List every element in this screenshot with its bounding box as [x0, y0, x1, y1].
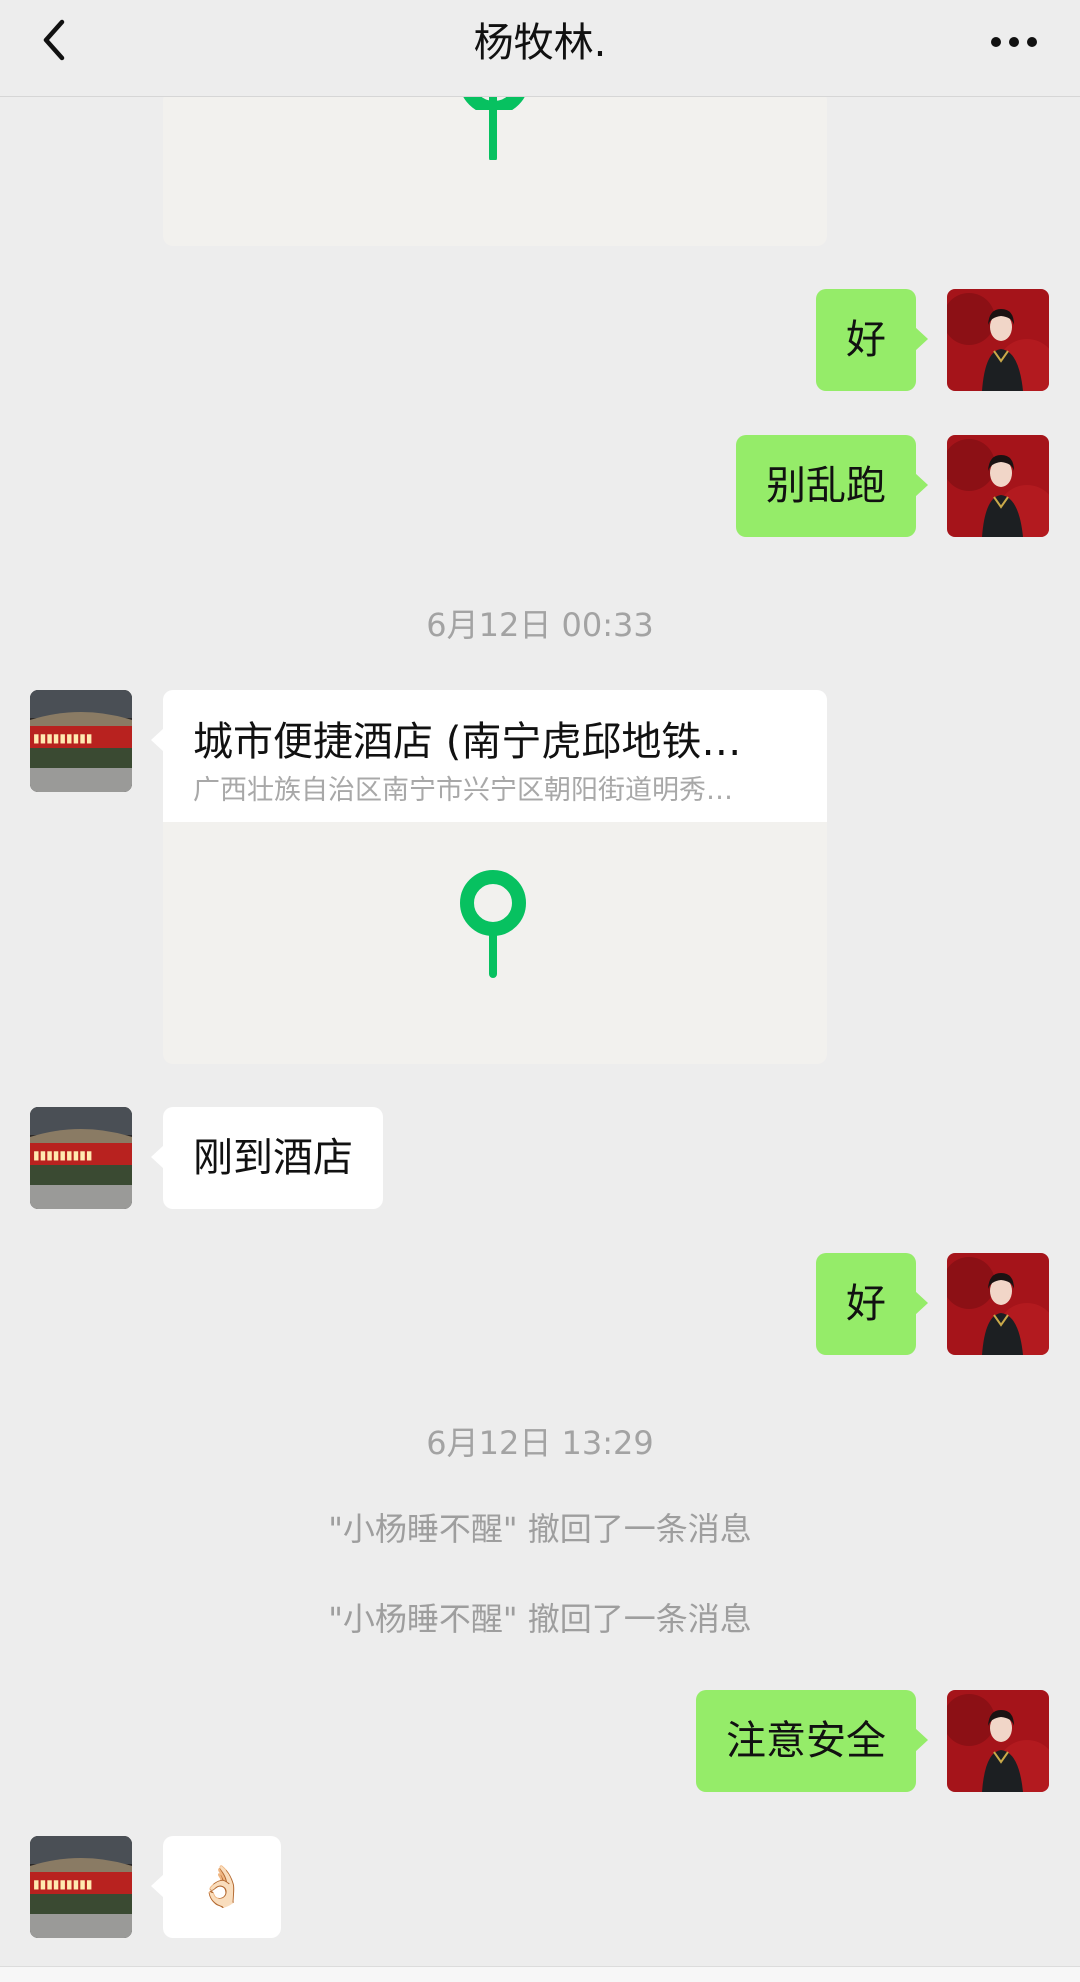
- svg-text:▮▮▮▮▮▮▮▮▮: ▮▮▮▮▮▮▮▮▮: [33, 1877, 92, 1891]
- avatar-image: [947, 1253, 1049, 1355]
- nav-bar: 杨牧林.: [0, 0, 1080, 97]
- avatar-me[interactable]: [947, 1690, 1049, 1792]
- recall-notice: "小杨睡不醒" 撤回了一条消息: [328, 1600, 752, 1638]
- bubble-pointer: [151, 728, 164, 752]
- avatar-contact[interactable]: ▮▮▮▮▮▮▮▮▮: [30, 690, 132, 792]
- input-bar-edge: [0, 1966, 1080, 1982]
- page-title: 杨牧林.: [473, 20, 607, 66]
- message-bubble-incoming[interactable]: 刚到酒店: [151, 1107, 383, 1209]
- location-name: 城市便捷酒店 (南宁虎邱地铁…: [193, 719, 742, 765]
- avatar-me[interactable]: [947, 1253, 1049, 1355]
- location-card-partial[interactable]: [163, 90, 827, 246]
- avatar-image: ▮▮▮▮▮▮▮▮▮: [30, 1107, 132, 1209]
- recall-notice: "小杨睡不醒" 撤回了一条消息: [328, 1510, 752, 1548]
- svg-text:▮▮▮▮▮▮▮▮▮: ▮▮▮▮▮▮▮▮▮: [33, 731, 92, 745]
- timestamp: 6月12日 00:33: [426, 606, 654, 644]
- avatar-image: [947, 435, 1049, 537]
- location-card[interactable]: 城市便捷酒店 (南宁虎邱地铁… 广西壮族自治区南宁市兴宁区朝阳街道明秀…: [163, 690, 827, 1064]
- timestamp: 6月12日 13:29: [426, 1424, 654, 1462]
- message-bubble-incoming[interactable]: 👌🏻: [151, 1836, 281, 1938]
- avatar-contact[interactable]: ▮▮▮▮▮▮▮▮▮: [30, 1107, 132, 1209]
- svg-text:▮▮▮▮▮▮▮▮▮: ▮▮▮▮▮▮▮▮▮: [33, 1148, 92, 1162]
- chat-area[interactable]: 好 别乱跑 6月12日 00:33 ▮▮▮▮▮▮▮▮▮ 城市便捷酒店 (南宁虎邱…: [0, 0, 1080, 1982]
- avatar-image: [947, 1690, 1049, 1792]
- location-header: 城市便捷酒店 (南宁虎邱地铁… 广西壮族自治区南宁市兴宁区朝阳街道明秀…: [163, 690, 827, 822]
- avatar-me[interactable]: [947, 435, 1049, 537]
- location-address: 广西壮族自治区南宁市兴宁区朝阳街道明秀…: [193, 775, 733, 806]
- avatar-image: ▮▮▮▮▮▮▮▮▮: [30, 690, 132, 792]
- message-bubble-outgoing[interactable]: 别乱跑: [736, 435, 928, 537]
- ok-hand-emoji: 👌🏻: [197, 1864, 247, 1910]
- avatar-image: ▮▮▮▮▮▮▮▮▮: [30, 1836, 132, 1938]
- avatar-me[interactable]: [947, 289, 1049, 391]
- map-pin-icon: [460, 870, 526, 978]
- message-text: 好: [846, 317, 886, 363]
- message-text: 注意安全: [726, 1718, 886, 1764]
- message-text: 别乱跑: [766, 463, 886, 509]
- avatar-image: [947, 289, 1049, 391]
- more-dots-icon[interactable]: [988, 22, 1040, 62]
- avatar-contact[interactable]: ▮▮▮▮▮▮▮▮▮: [30, 1836, 132, 1938]
- message-bubble-outgoing[interactable]: 注意安全: [696, 1690, 928, 1792]
- message-bubble-outgoing[interactable]: 好: [816, 1253, 928, 1355]
- message-text: 好: [846, 1281, 886, 1327]
- message-bubble-outgoing[interactable]: 好: [816, 289, 928, 391]
- message-text: 刚到酒店: [193, 1135, 353, 1181]
